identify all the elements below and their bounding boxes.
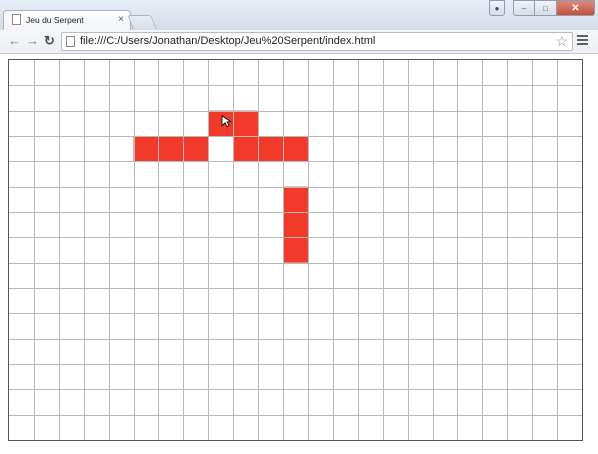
close-window-button[interactable]: ✕ <box>557 0 595 16</box>
snake-segment <box>258 136 284 162</box>
game-grid <box>9 60 582 440</box>
tab-title: Jeu du Serpent <box>26 15 84 25</box>
window-controls: ● – □ ✕ <box>489 0 595 16</box>
tab-close-icon[interactable]: × <box>118 14 124 25</box>
game-board[interactable] <box>8 59 583 441</box>
page-icon <box>12 14 21 25</box>
snake-segment <box>283 186 308 212</box>
address-bar[interactable]: file:///C:/Users/Jonathan/Desktop/Jeu%20… <box>61 32 573 51</box>
menu-icon[interactable] <box>577 35 588 47</box>
new-tab-button[interactable] <box>127 15 157 29</box>
forward-button[interactable]: → <box>26 34 39 48</box>
user-icon[interactable]: ● <box>489 0 505 16</box>
window-titlebar: Jeu du Serpent × ● – □ ✕ <box>0 0 598 30</box>
snake-segment <box>233 136 259 162</box>
minimize-button[interactable]: – <box>513 0 535 16</box>
page-icon <box>66 36 75 47</box>
snake-segment <box>133 136 159 162</box>
page-viewport <box>0 54 598 454</box>
maximize-button[interactable]: □ <box>535 0 557 16</box>
snake-segment <box>283 136 308 162</box>
snake-segment <box>183 136 209 162</box>
snake-segment <box>283 237 308 263</box>
browser-toolbar: ← → ↻ file:///C:/Users/Jonathan/Desktop/… <box>0 30 598 54</box>
back-button[interactable]: ← <box>8 34 21 48</box>
snake-segment <box>208 110 234 136</box>
reload-button[interactable]: ↻ <box>44 34 55 48</box>
snake-segment <box>233 110 259 136</box>
snake-segment <box>283 212 308 238</box>
url-text[interactable]: file:///C:/Users/Jonathan/Desktop/Jeu%20… <box>80 35 375 47</box>
bookmark-star-icon[interactable]: ☆ <box>555 33 568 50</box>
snake-segment <box>158 136 184 162</box>
browser-tab[interactable]: Jeu du Serpent × <box>3 10 131 30</box>
